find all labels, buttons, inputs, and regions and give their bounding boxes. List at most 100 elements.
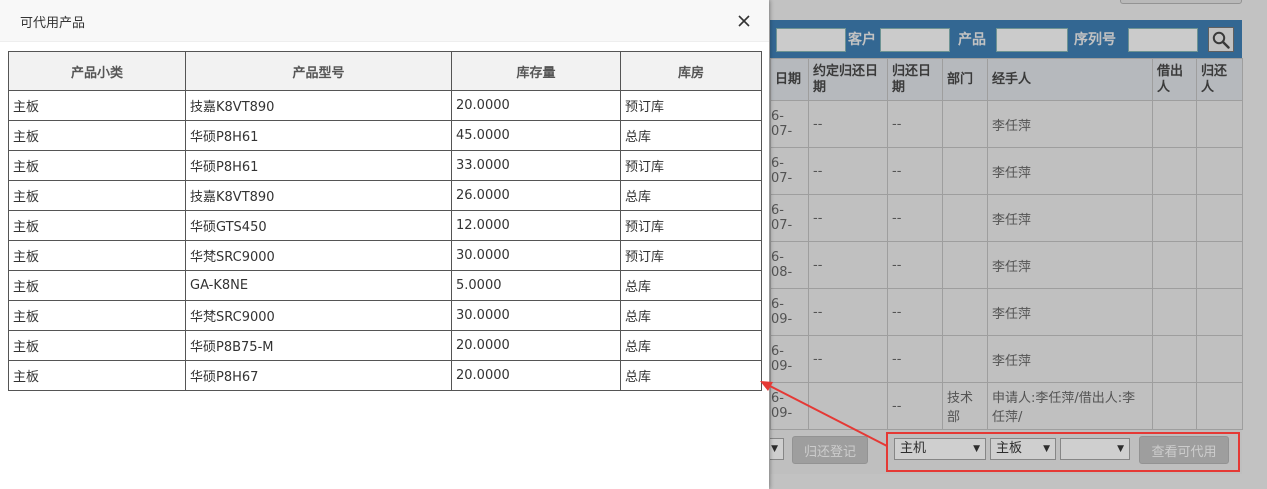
table-cell: 主板 [8,300,186,331]
table-cell: 总库 [620,180,762,211]
table-cell: -- [808,100,888,148]
table-row[interactable]: 主板 华硕P8B75-M 20.0000 总库 [8,330,762,361]
table-row[interactable]: 主板 华梵SRC9000 30.0000 预订库 [8,240,762,271]
product-input[interactable] [996,28,1068,52]
product-table: 产品小类 产品型号 库存量 库房 主板 技嘉K8VT890 20.0000 预订库 主板 华硕P… [8,51,762,391]
customer-label: 客户 [848,32,876,48]
product-column-header: 产品小类 [8,51,186,91]
table-cell: 6-09- [770,288,809,336]
table-cell: 华硕P8H67 [185,360,452,391]
table-cell [942,147,988,195]
borrow-column-header: 部门 [942,58,988,101]
table-cell [1196,100,1243,148]
table-row[interactable]: 6-09- -- -- 李任萍 [770,335,1243,383]
table-cell: 华硕P8B75-M [185,330,452,361]
borrow-column-header: 归还日期 [887,58,943,101]
table-cell: 李任萍 [987,194,1153,242]
table-cell: -- [887,241,943,289]
return-register-button[interactable]: 归还登记 [792,436,868,464]
table-cell: -- [887,100,943,148]
table-cell: -- [808,335,888,383]
table-cell [1196,194,1243,242]
serial-input[interactable] [1128,28,1198,52]
table-cell: 主板 [8,270,186,301]
search-icon [1212,31,1230,49]
product-column-header: 产品型号 [185,51,452,91]
table-row[interactable]: 主板 华硕P8H61 45.0000 总库 [8,120,762,151]
table-row[interactable]: 主板 华梵SRC9000 30.0000 总库 [8,300,762,331]
table-cell: -- [808,147,888,195]
table-row[interactable]: 主板 技嘉K8VT890 20.0000 预订库 [8,90,762,121]
table-row[interactable]: 6-07- -- -- 李任萍 [770,100,1243,148]
table-cell: 主板 [8,240,186,271]
table-cell: 6-07- [770,147,809,195]
table-cell [1152,288,1197,336]
top-button[interactable] [1120,0,1242,4]
table-cell: 总库 [620,300,762,331]
partial-select[interactable]: ▼ [770,438,784,460]
table-cell [1196,147,1243,195]
table-cell: -- [887,147,943,195]
table-row[interactable]: 6-07- -- -- 李任萍 [770,194,1243,242]
table-cell: 总库 [620,360,762,391]
table-cell: 6-07- [770,194,809,242]
borrow-table-body: 6-07- -- -- 李任萍 6-07- -- -- 李任萍 6-07- -- -- 李任萍 6-08… [770,100,1243,430]
table-cell: 6-08- [770,241,809,289]
dialog-title: 可代用产品 [20,16,86,31]
substitute-products-dialog: 可代用产品 产品小类 产品型号 库存量 库房 主板 技嘉K8VT890 20.0000 预订… [0,0,769,489]
highlight-annotation [886,432,1240,472]
table-cell: 技术部 [942,382,988,430]
table-cell: 6-09- [770,335,809,383]
borrow-column-header: 经手人 [987,58,1153,101]
table-cell: 26.0000 [451,180,621,211]
customer-input[interactable] [880,28,950,52]
table-cell: 预订库 [620,240,762,271]
table-cell: -- [887,194,943,242]
table-cell: 33.0000 [451,150,621,181]
borrow-table: 日期 约定归还日期 归还日期 部门 经手人 借出人 归还人 6-07- -- -- 李任萍 6-07… [770,58,1243,430]
table-row[interactable]: 主板 华硕GTS450 12.0000 预订库 [8,210,762,241]
table-cell: 华硕P8H61 [185,120,452,151]
table-cell [1152,382,1197,430]
dialog-header: 可代用产品 [0,0,769,42]
table-cell: 预订库 [620,210,762,241]
table-cell [942,335,988,383]
table-row[interactable]: 6-08- -- -- 李任萍 [770,241,1243,289]
table-row[interactable]: 6-09- -- -- 李任萍 [770,288,1243,336]
table-cell: 李任萍 [987,335,1153,383]
borrow-table-header: 日期 约定归还日期 归还日期 部门 经手人 借出人 归还人 [770,58,1243,101]
search-button[interactable] [1208,27,1234,52]
table-cell: 5.0000 [451,270,621,301]
borrow-column-header: 归还人 [1196,58,1243,101]
table-cell: -- [808,194,888,242]
search-bar: 客户 产品 序列号 [770,20,1242,58]
product-column-header: 库房 [620,51,762,91]
product-column-header: 库存量 [451,51,621,91]
table-row[interactable]: 主板 GA-K8NE 5.0000 总库 [8,270,762,301]
table-cell: 主板 [8,180,186,211]
product-table-header: 产品小类 产品型号 库存量 库房 [8,51,762,91]
table-cell [942,194,988,242]
table-row[interactable]: 6-09- -- 技术部 申请人:李任萍/借出人:李任萍/ [770,382,1243,430]
table-cell: 华梵SRC9000 [185,240,452,271]
table-cell: 20.0000 [451,90,621,121]
close-icon[interactable] [733,10,755,32]
table-cell [1152,241,1197,289]
table-cell [1196,241,1243,289]
table-row[interactable]: 主板 华硕P8H61 33.0000 预订库 [8,150,762,181]
table-cell [808,382,888,430]
table-cell: 主板 [8,360,186,391]
table-row[interactable]: 6-07- -- -- 李任萍 [770,147,1243,195]
table-row[interactable]: 主板 技嘉K8VT890 26.0000 总库 [8,180,762,211]
table-row[interactable]: 主板 华硕P8H67 20.0000 总库 [8,360,762,391]
table-cell: 6-07- [770,100,809,148]
table-cell: 20.0000 [451,330,621,361]
borrow-column-header: 约定归还日期 [808,58,888,101]
table-cell: -- [887,335,943,383]
table-cell [1152,194,1197,242]
table-cell: -- [887,288,943,336]
date-input[interactable] [776,28,846,52]
table-cell: 30.0000 [451,300,621,331]
borrow-column-header: 日期 [770,58,809,101]
table-cell: 总库 [620,120,762,151]
